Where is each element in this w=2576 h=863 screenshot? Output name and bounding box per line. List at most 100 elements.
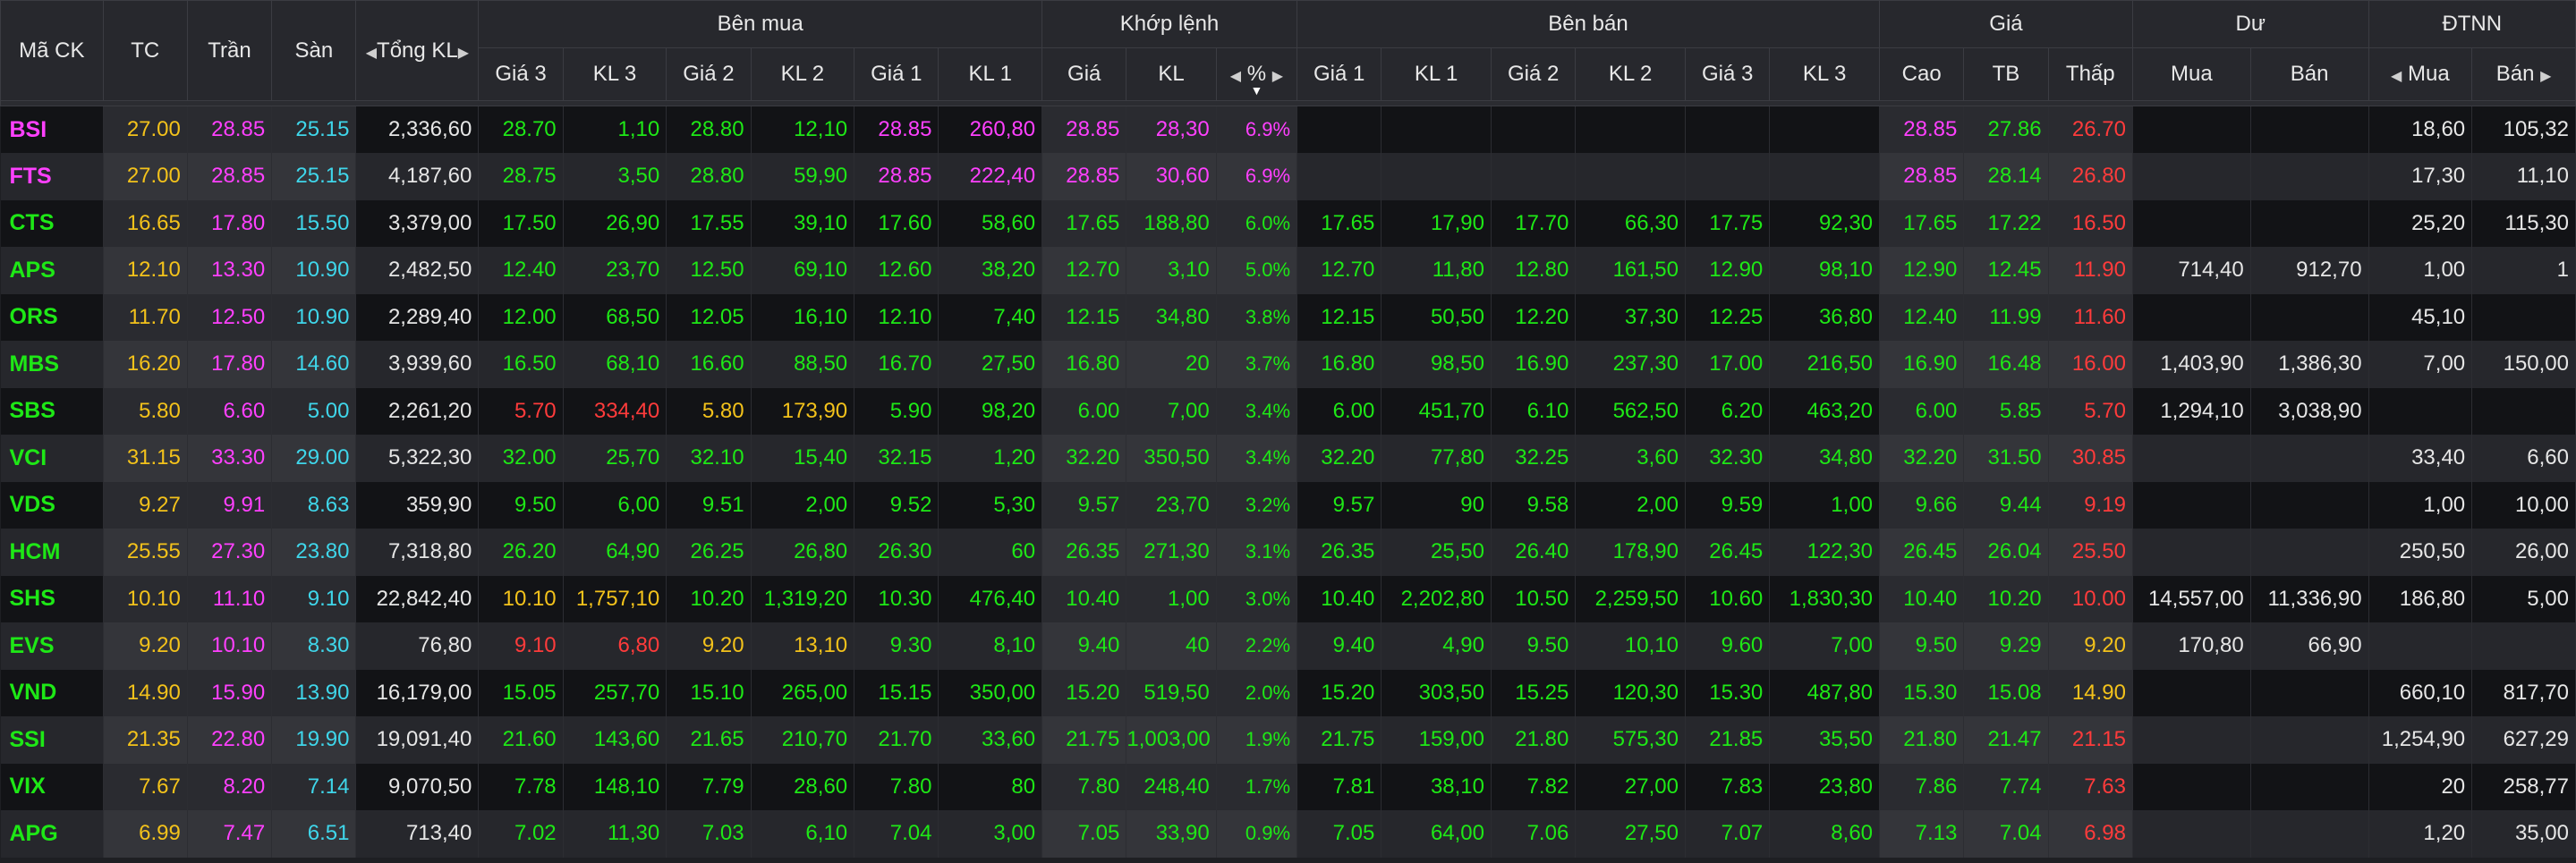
ceil-price-cell: 17.80 [187,199,273,247]
ask-vol-3-cell: 1,00 [1769,481,1881,529]
col-bid-vol-2[interactable]: KL 2 [750,47,855,101]
ask-vol-1-cell: 2,202,80 [1381,575,1492,622]
table-row[interactable]: VND 14.90 15.90 13.90 16,179,00 15.05 257,70 15… [0,669,2576,716]
arrow-right-icon[interactable]: ▶ [458,46,469,61]
high-price-cell: 32.20 [1879,435,1965,482]
table-row[interactable]: EVS 9.20 10.10 8.30 76,80 9.10 6,80 9.20 13,10 9.… [0,622,2576,670]
ask-vol-2-cell: 2,259,50 [1575,575,1686,622]
col-bid-vol-1[interactable]: KL 1 [938,47,1043,101]
match-price-cell: 6.00 [1041,387,1127,435]
ask-price-2-cell: 26.40 [1491,529,1577,576]
table-row[interactable]: HCM 25.55 27.30 23.80 7,318,80 26.20 64,90 26.2… [0,529,2576,576]
col-bid-vol-3[interactable]: KL 3 [562,47,667,101]
col-ask-price-1[interactable]: Giá 1 [1297,47,1382,101]
residual-buy-cell [2132,810,2251,858]
arrow-right-icon[interactable]: ▶ [2540,69,2551,84]
ask-vol-3-cell [1769,153,1881,200]
arrow-left-icon[interactable]: ◀ [2391,69,2402,84]
table-row[interactable]: APS 12.10 13.30 10.90 2,482,50 12.40 23,70 12.5… [0,247,2576,294]
match-percent-cell: 2.2% [1216,622,1298,670]
col-residual-sell[interactable]: Bán [2249,47,2369,101]
table-row[interactable]: SSI 21.35 22.80 19.90 19,091,40 21.60 143,60 21… [0,716,2576,764]
ask-price-2-cell: 6.10 [1491,387,1577,435]
bid-price-1-cell: 28.85 [854,106,939,153]
low-price-cell: 7.63 [2048,763,2133,810]
arrow-right-icon[interactable]: ▶ [1272,69,1283,84]
ask-vol-2-cell [1575,153,1686,200]
col-ceil[interactable]: Trần [186,0,273,101]
col-match-volume[interactable]: KL [1126,47,1217,101]
bid-price-2-cell: 7.79 [666,763,752,810]
col-residual-buy[interactable]: Mua [2131,47,2251,101]
table-row[interactable]: APG 6.99 7.47 6.51 713,40 7.02 11,30 7.03 6,10 7.… [0,810,2576,858]
ask-price-3-cell: 17.00 [1685,341,1771,388]
table-row[interactable]: ORS 11.70 12.50 10.90 2,289,40 12.00 68,50 12.0… [0,293,2576,341]
col-high[interactable]: Cao [1879,47,1965,101]
match-percent-cell: 3.1% [1216,529,1298,576]
table-row[interactable]: VDS 9.27 9.91 8.63 359,90 9.50 6,00 9.51 2,00 9.5… [0,481,2576,529]
bid-price-3-cell: 7.78 [478,763,564,810]
ask-price-2-cell [1491,106,1577,153]
col-symbol[interactable]: Mã CK [0,0,104,101]
match-volume-cell: 28,30 [1126,106,1217,153]
ask-vol-2-cell: 27,00 [1575,763,1686,810]
residual-sell-cell [2250,716,2369,764]
bid-price-1-cell: 7.80 [854,763,939,810]
col-ask-vol-2[interactable]: KL 2 [1575,47,1686,101]
col-bid-price-3[interactable]: Giá 3 [478,47,564,101]
foreign-buy-cell: 1,254,90 [2368,716,2473,764]
match-price-cell: 9.40 [1041,622,1127,670]
ask-price-3-cell: 9.59 [1685,481,1771,529]
table-row[interactable]: FTS 27.00 28.85 25.15 4,187,60 28.75 3,50 28.80… [0,153,2576,200]
col-floor[interactable]: Sàn [271,0,357,101]
col-ask-vol-3[interactable]: KL 3 [1769,47,1881,101]
match-percent-cell: 2.0% [1216,669,1298,716]
table-row[interactable]: VIX 7.67 8.20 7.14 9,070,50 7.78 148,10 7.79 28,… [0,763,2576,810]
high-price-cell: 6.00 [1879,387,1965,435]
col-avg[interactable]: TB [1963,47,2049,101]
table-row[interactable]: SBS 5.80 6.60 5.00 2,261,20 5.70 334,40 5.80 173… [0,387,2576,435]
col-ask-price-3[interactable]: Giá 3 [1684,47,1771,101]
col-match-percent[interactable]: ◀ % ▼ ▶ [1215,47,1298,101]
symbol-cell: SSI [0,716,104,764]
low-price-cell: 11.60 [2048,293,2133,341]
residual-buy-cell: 1,403,90 [2132,341,2251,388]
table-row[interactable]: BSI 27.00 28.85 25.15 2,336,60 28.70 1,10 28.80… [0,106,2576,153]
col-ref[interactable]: TC [102,0,188,101]
col-foreign-sell[interactable]: Bán ▶ [2471,47,2576,101]
foreign-buy-cell: 1,00 [2368,481,2473,529]
ref-price-cell: 12.10 [103,247,188,294]
ask-vol-2-cell: 237,30 [1575,341,1686,388]
table-row[interactable]: MBS 16.20 17.80 14.60 3,939,60 16.50 68,10 16.6… [0,341,2576,388]
total-volume-cell: 3,379,00 [355,199,480,247]
bid-price-3-cell: 7.02 [478,810,564,858]
table-row[interactable]: SHS 10.10 11.10 9.10 22,842,40 10.10 1,757,10 1… [0,575,2576,622]
ask-price-2-cell: 7.82 [1491,763,1577,810]
ref-price-cell: 11.70 [103,293,188,341]
ref-price-cell: 6.99 [103,810,188,858]
col-bid-price-2[interactable]: Giá 2 [666,47,752,101]
residual-sell-cell: 11,336,90 [2250,575,2369,622]
ask-price-3-cell: 21.85 [1685,716,1771,764]
col-foreign-buy[interactable]: ◀ Mua [2368,47,2473,101]
ask-price-2-cell: 9.58 [1491,481,1577,529]
col-ask-price-2[interactable]: Giá 2 [1490,47,1577,101]
arrow-left-icon[interactable]: ◀ [366,46,377,61]
col-total-volume[interactable]: ◀Tổng KL▶ [355,0,480,101]
col-low[interactable]: Thấp [2047,47,2133,101]
price-board-table: Mã CK TC Trần Sàn ◀Tổng KL▶ Bên mua Khớp… [0,0,2576,858]
col-bid-price-1[interactable]: Giá 1 [854,47,939,101]
foreign-sell-cell: 1 [2471,247,2576,294]
col-match-price[interactable]: Giá [1041,47,1127,101]
ask-vol-2-cell: 37,30 [1575,293,1686,341]
ask-price-1-cell: 10.40 [1297,575,1382,622]
arrow-left-icon[interactable]: ◀ [1230,69,1241,84]
bid-vol-2-cell: 13,10 [751,622,855,670]
table-row[interactable]: CTS 16.65 17.80 15.50 3,379,00 17.50 26,90 17.5… [0,199,2576,247]
ask-vol-3-cell: 122,30 [1769,529,1881,576]
ref-price-cell: 21.35 [103,716,188,764]
floor-price-cell: 10.90 [271,293,357,341]
table-row[interactable]: VCI 31.15 33.30 29.00 5,322,30 32.00 25,70 32.1… [0,435,2576,482]
col-ask-vol-1[interactable]: KL 1 [1381,47,1492,101]
high-price-cell: 26.45 [1879,529,1965,576]
